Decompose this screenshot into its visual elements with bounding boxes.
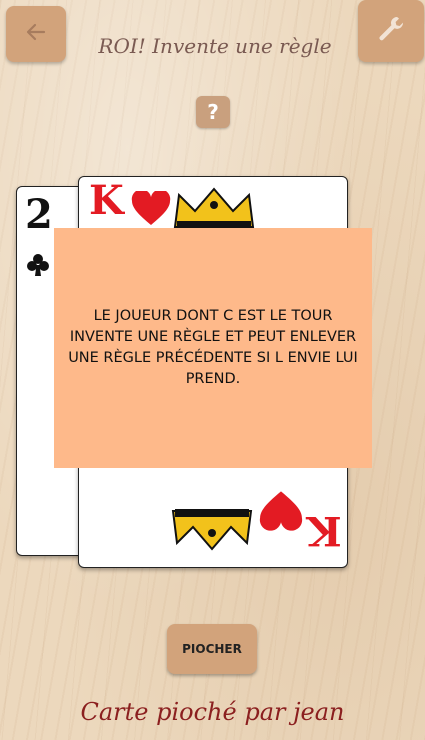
- draw-button[interactable]: PIOCHER: [167, 624, 257, 674]
- help-label: ?: [207, 100, 219, 124]
- rule-panel: LE JOUEUR DONT C EST LE TOUR INVENTE UNE…: [54, 228, 372, 468]
- settings-button[interactable]: [358, 0, 424, 62]
- heart-icon: [259, 483, 303, 539]
- card-rank: K: [89, 177, 124, 224]
- crown-icon: [169, 507, 255, 555]
- drawn-by-label: Carte pioché par jean: [80, 698, 345, 726]
- card-rank-inverted: K: [307, 507, 342, 554]
- heart-icon: [131, 189, 171, 231]
- rule-text: LE JOUEUR DONT C EST LE TOUR INVENTE UNE…: [68, 308, 358, 387]
- arrow-left-icon: [25, 21, 47, 47]
- help-button[interactable]: ?: [196, 96, 230, 128]
- back-button[interactable]: [6, 6, 66, 62]
- page-title: ROI! Invente une règle: [98, 34, 332, 58]
- card-rank: 2: [25, 191, 53, 238]
- club-icon: [27, 253, 49, 281]
- wrench-icon: [376, 14, 406, 48]
